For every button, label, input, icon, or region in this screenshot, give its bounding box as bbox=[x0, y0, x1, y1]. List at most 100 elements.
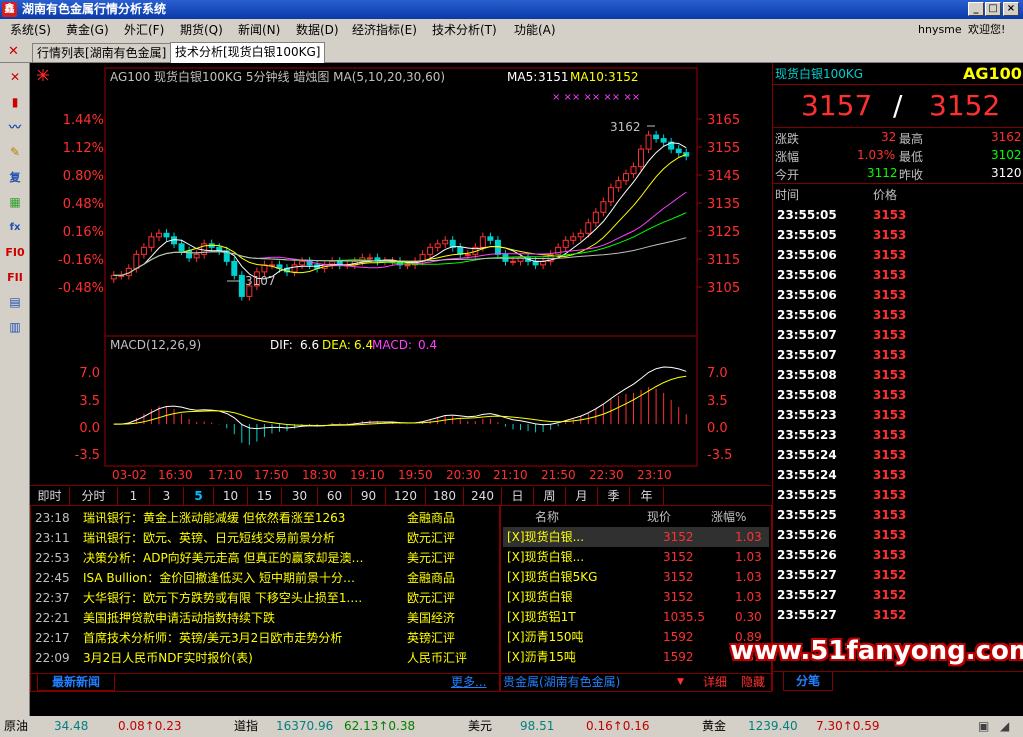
grid-icon[interactable]: ▦ bbox=[5, 193, 25, 212]
period-tab[interactable]: 季 bbox=[598, 487, 630, 505]
copy-icon[interactable]: 复 bbox=[5, 168, 25, 187]
edit-icon[interactable]: ✎ bbox=[5, 143, 25, 162]
quote-row[interactable]: [X]现货白银... 3152 1.03 bbox=[503, 547, 769, 567]
quote-row[interactable]: [X]现货白银 3152 1.03 bbox=[503, 587, 769, 607]
quote-row[interactable]: [X]现货白银... 3152 1.03 bbox=[503, 527, 769, 547]
more-news-link[interactable]: 更多... bbox=[451, 674, 486, 690]
period-tab[interactable]: 即时 bbox=[30, 487, 70, 505]
quote-header-row: 名称 现价 涨幅% bbox=[503, 507, 769, 527]
menu-function[interactable]: 功能(A) bbox=[514, 19, 556, 41]
menu-system[interactable]: 系统(S) bbox=[10, 19, 51, 41]
news-row[interactable]: 23:11 瑞讯银行：欧元、英镑、日元短线交易前景分析 欧元汇评 bbox=[35, 528, 497, 548]
menu-technical-analysis[interactable]: 技术分析(T) bbox=[432, 19, 497, 41]
menu-futures[interactable]: 期货(Q) bbox=[180, 19, 223, 41]
news-title[interactable]: 美国抵押贷款申请活动指数持续下跌 bbox=[83, 608, 403, 628]
menu-gold[interactable]: 黄金(G) bbox=[66, 19, 109, 41]
news-row[interactable]: 22:45 ISA Bullion：金价回撤逢低买入 短中期前景十分… 金融商品 bbox=[35, 568, 497, 588]
list-icon[interactable]: ▤ bbox=[5, 293, 25, 312]
period-tab[interactable]: 30 bbox=[282, 487, 318, 505]
tick-time: 23:55:25 bbox=[777, 488, 837, 502]
f10-icon[interactable]: FI0 bbox=[5, 243, 25, 262]
detail-link[interactable]: 详细 bbox=[703, 674, 727, 690]
news-category: 欧元汇评 bbox=[407, 531, 456, 545]
quote-row[interactable]: [X]现货铝1T 1035.5 0.30 bbox=[503, 607, 769, 627]
news-row[interactable]: 22:09 3月2日人民币NDF实时报价(表) 人民币汇评 bbox=[35, 648, 497, 668]
period-tab[interactable]: 月 bbox=[566, 487, 598, 505]
news-title[interactable]: ISA Bullion：金价回撤逢低买入 短中期前景十分… bbox=[83, 568, 403, 588]
period-tab[interactable]: 3 bbox=[150, 487, 184, 505]
maximize-button[interactable]: □ bbox=[985, 2, 1001, 16]
news-row[interactable]: 22:17 首席技术分析师：英镑/美元3月2日欧市走势分析 英镑汇评 bbox=[35, 628, 497, 648]
time-axis: 03-02 16:30 17:10 17:50 18:30 19:10 19:5… bbox=[112, 468, 672, 482]
price-header: 价格 bbox=[873, 188, 898, 202]
menu-data[interactable]: 数据(D) bbox=[296, 19, 339, 41]
tab-quote-list[interactable]: 行情列表[湖南有色金属] bbox=[32, 43, 172, 62]
news-row[interactable]: 22:37 大华银行：欧元下方跌势或有限 下移空头止损至1.… 欧元汇评 bbox=[35, 588, 497, 608]
dif-label: DIF: bbox=[270, 338, 293, 352]
tick-price: 3153 bbox=[873, 368, 907, 382]
candlestick-chart[interactable]: AG100 现货白银100KG 5分钟线 蜡烛图 MA(5,10,20,30,6… bbox=[30, 63, 771, 485]
candle-body bbox=[464, 253, 471, 256]
period-tab[interactable]: 日 bbox=[502, 487, 534, 505]
latest-news-tab[interactable]: 最新新闻 bbox=[37, 674, 115, 691]
news-title[interactable]: 决策分析：ADP向好美元走高 但真正的赢家却是澳… bbox=[83, 548, 403, 568]
period-tab[interactable]: 240 bbox=[464, 487, 502, 505]
chart-panel[interactable]: AG100 现货白银100KG 5分钟线 蜡烛图 MA(5,10,20,30,6… bbox=[30, 63, 771, 483]
news-title[interactable]: 首席技术分析师：英镑/美元3月2日欧市走势分析 bbox=[83, 628, 403, 648]
news-row[interactable]: 23:18 瑞讯银行：黄金上涨动能减缓 但依然看涨至1263 金融商品 bbox=[35, 508, 497, 528]
quote-row[interactable]: [X]现货白银5KG 3152 1.03 bbox=[503, 567, 769, 587]
price-axis: 3165 3155 3145 3135 3125 3115 3105 bbox=[707, 113, 740, 296]
crosshair-icon[interactable] bbox=[37, 69, 49, 81]
candle-body bbox=[660, 138, 667, 143]
group-dropdown-icon[interactable]: ▼ bbox=[677, 674, 684, 690]
resize-grip-icon[interactable]: ◢ bbox=[1000, 716, 1009, 737]
tab-technical-analysis[interactable]: 技术分析[现货白银100KG] bbox=[170, 42, 326, 63]
prev-close-value: 3120 bbox=[991, 166, 1022, 180]
report-icon[interactable]: ▥ bbox=[5, 318, 25, 337]
candle-body bbox=[148, 236, 155, 248]
candle-body bbox=[479, 236, 486, 248]
macd-tick: 0.0 bbox=[707, 421, 728, 436]
close-tab-icon[interactable]: ✕ bbox=[8, 45, 22, 59]
ticker-gold-value: 1239.40 bbox=[748, 719, 798, 733]
period-tab[interactable]: 周 bbox=[534, 487, 566, 505]
news-title[interactable]: 瑞讯银行：欧元、英镑、日元短线交易前景分析 bbox=[83, 528, 403, 548]
tick-tab[interactable]: 分笔 bbox=[783, 672, 833, 691]
period-tab[interactable]: 60 bbox=[318, 487, 352, 505]
candle-body bbox=[457, 246, 464, 255]
close-icon[interactable]: ✕ bbox=[5, 68, 25, 87]
news-time: 22:17 bbox=[35, 631, 70, 645]
news-row[interactable]: 22:53 决策分析：ADP向好美元走高 但真正的赢家却是澳… 美元汇评 bbox=[35, 548, 497, 568]
candlestick-icon[interactable]: ▮ bbox=[5, 93, 25, 112]
period-tab[interactable]: 5 bbox=[184, 487, 214, 505]
candle-body bbox=[653, 134, 660, 140]
hide-link[interactable]: 隐藏 bbox=[741, 674, 765, 690]
period-tab[interactable]: 15 bbox=[248, 487, 282, 505]
news-title[interactable]: 3月2日人民币NDF实时报价(表) bbox=[83, 648, 403, 668]
period-tab[interactable]: 180 bbox=[426, 487, 464, 505]
menu-forex[interactable]: 外汇(F) bbox=[124, 19, 164, 41]
menu-economic-indicators[interactable]: 经济指标(E) bbox=[352, 19, 417, 41]
menu-news[interactable]: 新闻(N) bbox=[238, 19, 280, 41]
period-tab[interactable]: 90 bbox=[352, 487, 386, 505]
minimize-button[interactable]: _ bbox=[968, 2, 984, 16]
macd-right-axis: 7.0 3.5 0.0 -3.5 bbox=[707, 366, 732, 463]
line-chart-icon[interactable]: 〰 bbox=[5, 118, 25, 137]
news-category: 欧元汇评 bbox=[407, 591, 456, 605]
macd-tick: -3.5 bbox=[707, 448, 732, 463]
period-tab[interactable]: 10 bbox=[214, 487, 248, 505]
f11-icon[interactable]: FII bbox=[5, 268, 25, 287]
news-row[interactable]: 22:21 美国抵押贷款申请活动指数持续下跌 美国经济 bbox=[35, 608, 497, 628]
period-tab[interactable]: 年 bbox=[630, 487, 664, 505]
ticker-usd-change: 0.16↑0.16 bbox=[586, 719, 650, 733]
period-tab[interactable]: 120 bbox=[386, 487, 426, 505]
period-tab[interactable]: 分时 bbox=[70, 487, 118, 505]
percent-tick: 0.16% bbox=[63, 225, 104, 240]
close-button[interactable]: × bbox=[1003, 2, 1019, 16]
news-title[interactable]: 瑞讯银行：黄金上涨动能减缓 但依然看涨至1263 bbox=[83, 508, 403, 528]
period-tab[interactable]: 1 bbox=[118, 487, 150, 505]
axis-ticks bbox=[697, 118, 702, 288]
formula-icon[interactable]: fx bbox=[5, 218, 25, 237]
news-title[interactable]: 大华银行：欧元下方跌势或有限 下移空头止损至1.… bbox=[83, 588, 403, 608]
lock-icon[interactable]: ▣ bbox=[978, 716, 989, 737]
